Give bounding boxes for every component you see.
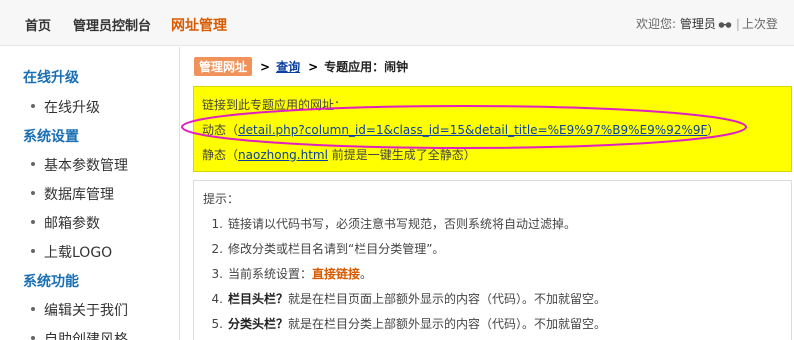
tip-bold-label: 栏目头栏？ (228, 292, 289, 306)
username[interactable]: 管理员 (680, 17, 716, 31)
bullet-icon (31, 249, 35, 253)
sidebar-item-email-params[interactable]: 邮箱参数 (31, 213, 100, 233)
tip-text: 就是在栏目分类上部额外显示的内容（代码）。不加就留空。 (288, 317, 607, 331)
user-info: 欢迎您: 管理员 | 上次登 (636, 15, 778, 32)
sidebar-item-upload-logo[interactable]: 上载LOGO (31, 242, 112, 262)
sidebar: 在线升级 在线升级 系统设置 基本参数管理 数据库管理 邮箱参数 上载LOGO … (0, 47, 180, 340)
bullet-icon (31, 104, 35, 108)
sidebar-item-label: 数据库管理 (44, 187, 114, 203)
tip-text: 就是在栏目页面上部额外显示的内容（代码）。不加就留空。 (288, 292, 607, 306)
static-suffix: 前提是一键生成了全静态） (327, 148, 476, 162)
sidebar-item-label: 编辑关于我们 (44, 303, 128, 319)
top-nav: 首页 管理员控制台 网址管理 (25, 15, 227, 35)
nav-home[interactable]: 首页 (25, 15, 73, 35)
dynamic-suffix: ） (707, 123, 720, 137)
breadcrumb-arrow: > (260, 60, 271, 74)
tip-bold-label: 分类头栏？ (228, 317, 289, 331)
sidebar-item-database[interactable]: 数据库管理 (31, 184, 114, 204)
tip-item: 4. 栏目头栏？就是在栏目页面上部额外显示的内容（代码）。不加就留空。 (203, 290, 606, 307)
sidebar-item-label: 基本参数管理 (44, 158, 128, 174)
static-url-row: 静态（naozhong.html 前提是一键生成了全静态） (202, 146, 476, 163)
bullet-icon (31, 191, 35, 195)
sidebar-item-label: 上载LOGO (44, 245, 113, 261)
static-url-link[interactable]: naozhong.html (238, 148, 328, 162)
glasses-icon (718, 21, 732, 28)
sidebar-heading-settings[interactable]: 系统设置 (23, 126, 79, 146)
nav-url-manage[interactable]: 网址管理 (171, 15, 227, 35)
sidebar-item-online-upgrade[interactable]: 在线升级 (31, 97, 100, 117)
current-setting-value: 直接链接 (312, 267, 361, 281)
nav-admin-console[interactable]: 管理员控制台 (73, 15, 171, 35)
tip-item: 1. 链接请以代码书写，必须注意书写规范，否则系统将自动过滤掉。 (203, 215, 576, 232)
dynamic-url-link[interactable]: detail.php?column_id=1&class_id=15&detai… (238, 123, 707, 137)
tip-text: 链接请以代码书写，必须注意书写规范，否则系统将自动过滤掉。 (228, 217, 577, 231)
last-login-text: 上次登 (741, 17, 778, 31)
breadcrumb-tag[interactable]: 管理网址 (194, 57, 253, 76)
tip-number: 1. (211, 217, 223, 231)
tip-number: 3. (211, 267, 223, 281)
tip-text: 当前系统设置： (228, 267, 313, 281)
sidebar-item-create-style[interactable]: 自助创建风格 (31, 329, 128, 340)
sidebar-heading-functions[interactable]: 系统功能 (23, 271, 79, 291)
sidebar-item-edit-about[interactable]: 编辑关于我们 (31, 300, 128, 320)
tips-box: 提示： 1. 链接请以代码书写，必须注意书写规范，否则系统将自动过滤掉。 2. 修改… (193, 180, 792, 340)
welcome-text: 欢迎您: (636, 17, 680, 31)
sidebar-item-label: 邮箱参数 (44, 216, 100, 232)
sidebar-item-label: 在线升级 (44, 100, 100, 116)
dynamic-url-row: 动态（detail.php?column_id=1&class_id=15&de… (202, 121, 719, 138)
breadcrumb-arrow: > (308, 60, 319, 74)
tip-item: 3. 当前系统设置：直接链接。 (203, 265, 373, 282)
tips-title: 提示： (203, 192, 240, 206)
separator: | (735, 17, 740, 31)
top-bar: 首页 管理员控制台 网址管理 欢迎您: 管理员 | 上次登 (0, 0, 794, 46)
tip-number: 4. (211, 292, 223, 306)
sidebar-item-basic-params[interactable]: 基本参数管理 (31, 155, 128, 175)
tip-number: 2. (211, 242, 223, 256)
dynamic-prefix: 动态（ (202, 123, 239, 137)
bullet-icon (31, 307, 35, 311)
breadcrumb-current: 专题应用：闹钟 (324, 60, 409, 74)
bullet-icon (31, 162, 35, 166)
breadcrumb-query-link[interactable]: 查询 (276, 60, 300, 74)
url-box: 链接到此专题应用的网址： 动态（detail.php?column_id=1&c… (193, 86, 792, 172)
sidebar-item-label: 自助创建风格 (44, 332, 128, 340)
tip-item: 2. 修改分类或栏目名请到“栏目分类管理”。 (203, 240, 445, 257)
bullet-icon (31, 220, 35, 224)
static-prefix: 静态（ (202, 148, 239, 162)
breadcrumb: 管理网址 > 查询 > 专题应用：闹钟 (194, 57, 408, 76)
tip-number: 5. (211, 317, 223, 331)
tip-text: 修改分类或栏目名请到“栏目分类管理”。 (228, 242, 445, 256)
tip-item: 5. 分类头栏？就是在栏目分类上部额外显示的内容（代码）。不加就留空。 (203, 315, 606, 332)
bullet-icon (31, 336, 35, 340)
sidebar-heading-upgrade[interactable]: 在线升级 (23, 67, 79, 87)
url-box-title: 链接到此专题应用的网址： (202, 98, 347, 112)
tip-text: 。 (360, 267, 373, 281)
